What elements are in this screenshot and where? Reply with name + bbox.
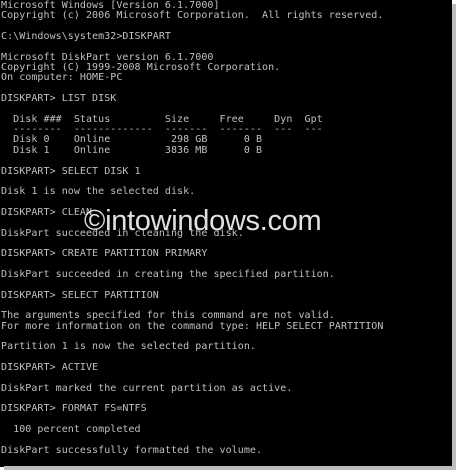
watermark-text: ©intowindows.com [84, 205, 322, 237]
console-line: DiskPart marked the current partition as… [1, 382, 293, 394]
console-line: DISKPART> ACTIVE [1, 362, 99, 374]
console-line: DISKPART> SELECT PARTITION [1, 289, 159, 301]
console-line: C:\Windows\system32>DISKPART [1, 31, 171, 43]
console-line: On computer: HOME-PC [1, 72, 123, 84]
console-line: DISKPART> CREATE PARTITION PRIMARY [1, 248, 208, 260]
console-line: Partition 1 is now the selected partitio… [1, 341, 256, 353]
console-line: Disk 1 is now the selected disk. [1, 186, 196, 198]
console-line: DiskPart succeeded in creating the speci… [1, 268, 335, 280]
console-line: DISKPART> FORMAT FS=NTFS [1, 403, 147, 415]
console-line: Disk 1 Online 3836 MB 0 B [1, 144, 263, 156]
console-line: DiskPart successfully formatted the volu… [1, 444, 263, 456]
drop-shadow-right [452, 4, 456, 470]
console-line: DISKPART> LIST DISK [1, 93, 117, 105]
console-line: DISKPART> SELECT DISK 1 [1, 165, 141, 177]
drop-shadow-bottom [4, 466, 456, 470]
console-line: For more information on the command type… [1, 320, 384, 332]
console-line: Copyright (c) 2006 Microsoft Corporation… [1, 10, 384, 22]
console-line: 100 percent completed [1, 424, 141, 436]
